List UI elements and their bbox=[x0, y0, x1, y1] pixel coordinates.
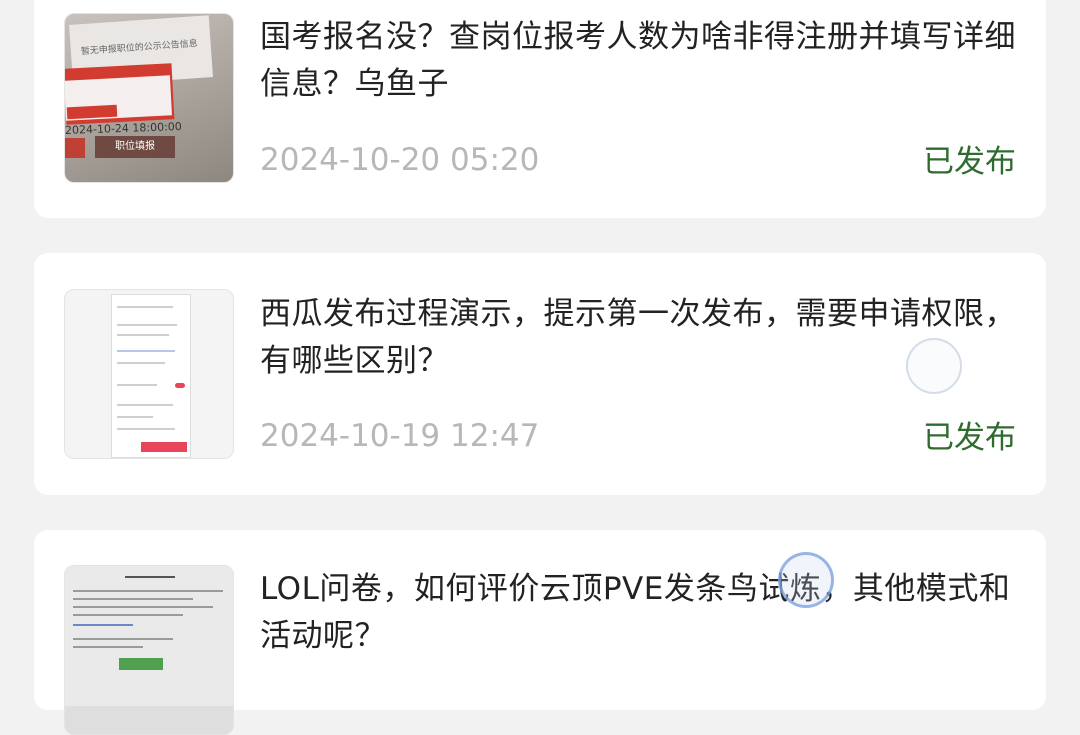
thumbnail-line bbox=[117, 384, 157, 386]
thumbnail-line bbox=[117, 404, 173, 406]
thumbnail-line bbox=[73, 606, 213, 608]
thumbnail-line bbox=[117, 324, 177, 326]
thumbnail-phone-screen bbox=[111, 294, 191, 458]
article-thumbnail[interactable]: 暂无申报职位的公示公告信息 2024-10-24 18:00:00 职位填报 bbox=[64, 13, 234, 183]
article-thumbnail[interactable] bbox=[64, 289, 234, 459]
thumbnail-button-left bbox=[65, 138, 85, 158]
article-card[interactable]: 暂无申报职位的公示公告信息 2024-10-24 18:00:00 职位填报 国… bbox=[34, 0, 1046, 218]
article-date: 2024-10-20 05:20 bbox=[260, 142, 540, 178]
article-card[interactable]: LOL问卷，如何评价云顶PVE发条鸟试炼，其他模式和活动呢？ bbox=[34, 530, 1046, 735]
thumbnail-line bbox=[117, 350, 175, 352]
status-badge: 已发布 bbox=[923, 144, 1016, 180]
thumbnail-green-button bbox=[119, 658, 163, 670]
thumbnail-line bbox=[73, 598, 193, 600]
touch-indicator bbox=[778, 552, 834, 608]
thumbnail-time: 2024-10-24 18:00:00 bbox=[64, 119, 183, 138]
thumbnail-line bbox=[117, 306, 173, 308]
thumbnail-publish-button bbox=[141, 442, 187, 452]
thumbnail-document bbox=[65, 566, 233, 706]
thumbnail-header-text: 暂无申报职位的公示公告信息 bbox=[80, 39, 199, 58]
article-card[interactable]: 西瓜发布过程演示，提示第一次发布，需要申请权限，有哪些区别？ 2024-10-1… bbox=[34, 253, 1046, 495]
thumbnail-button: 职位填报 bbox=[95, 136, 175, 158]
article-title[interactable]: 国考报名没？查岗位报考人数为啥非得注册并填写详细信息？乌鱼子 bbox=[260, 14, 1030, 108]
thumbnail-toggle bbox=[175, 383, 185, 388]
thumbnail-line bbox=[117, 334, 169, 336]
thumbnail-line bbox=[117, 416, 153, 418]
thumbnail-line bbox=[117, 362, 165, 364]
thumbnail-line bbox=[125, 576, 175, 578]
thumbnail-line bbox=[73, 590, 223, 592]
thumbnail-line bbox=[73, 624, 133, 626]
touch-indicator bbox=[906, 338, 962, 394]
thumbnail-line bbox=[73, 646, 143, 648]
thumbnail-line bbox=[73, 638, 173, 640]
status-badge: 已发布 bbox=[923, 420, 1016, 456]
article-thumbnail[interactable] bbox=[64, 565, 234, 735]
thumbnail-line bbox=[117, 428, 175, 430]
article-date: 2024-10-19 12:47 bbox=[260, 418, 540, 454]
article-title[interactable]: LOL问卷，如何评价云顶PVE发条鸟试炼，其他模式和活动呢？ bbox=[260, 566, 1030, 660]
thumbnail-line bbox=[73, 614, 183, 616]
